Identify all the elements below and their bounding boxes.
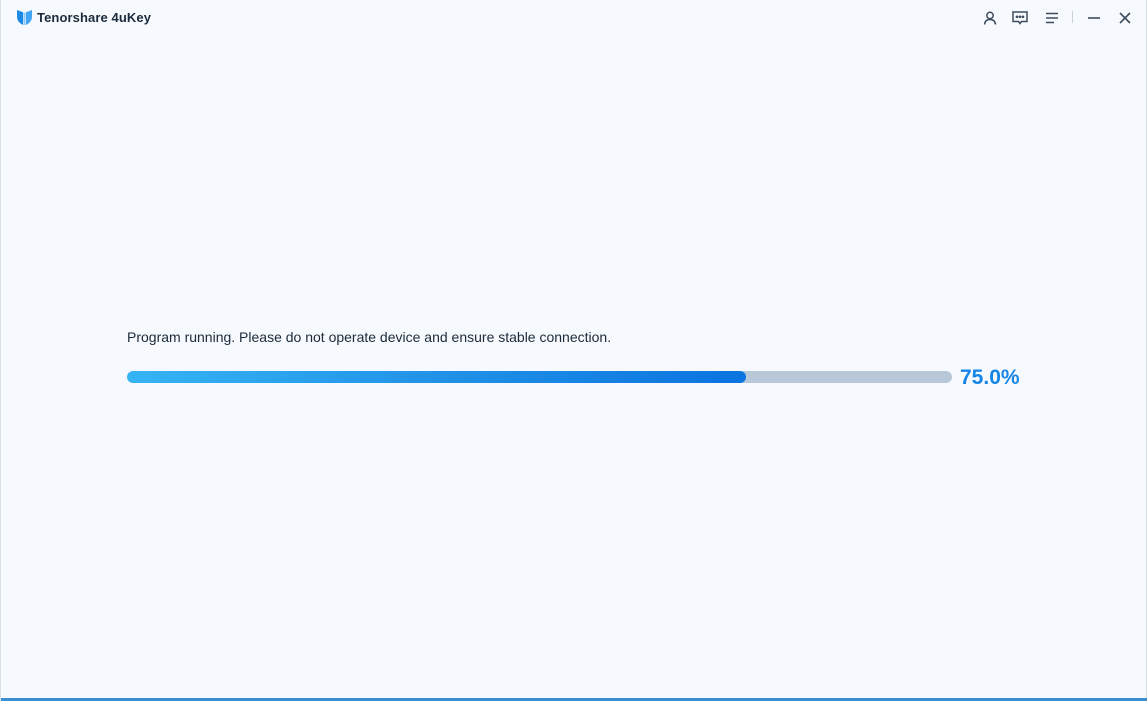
progress-percentage: 75.0%: [960, 366, 1020, 389]
title-bar[interactable]: Tenorshare 4uKey: [1, 0, 1147, 36]
titlebar-separator: [1072, 11, 1073, 23]
close-icon[interactable]: [1116, 9, 1134, 27]
account-icon[interactable]: [981, 9, 999, 27]
app-title: Tenorshare 4uKey: [37, 10, 152, 25]
app-window: Tenorshare 4uKey Program running. Please…: [0, 0, 1147, 701]
feedback-icon[interactable]: [1011, 9, 1029, 27]
progress-bar-fill: [127, 371, 746, 383]
progress-bar: [127, 371, 952, 383]
menu-icon[interactable]: [1043, 9, 1061, 27]
status-message: Program running. Please do not operate d…: [127, 329, 612, 345]
minimize-icon[interactable]: [1085, 9, 1103, 27]
tenorshare-logo-icon: [16, 9, 33, 26]
